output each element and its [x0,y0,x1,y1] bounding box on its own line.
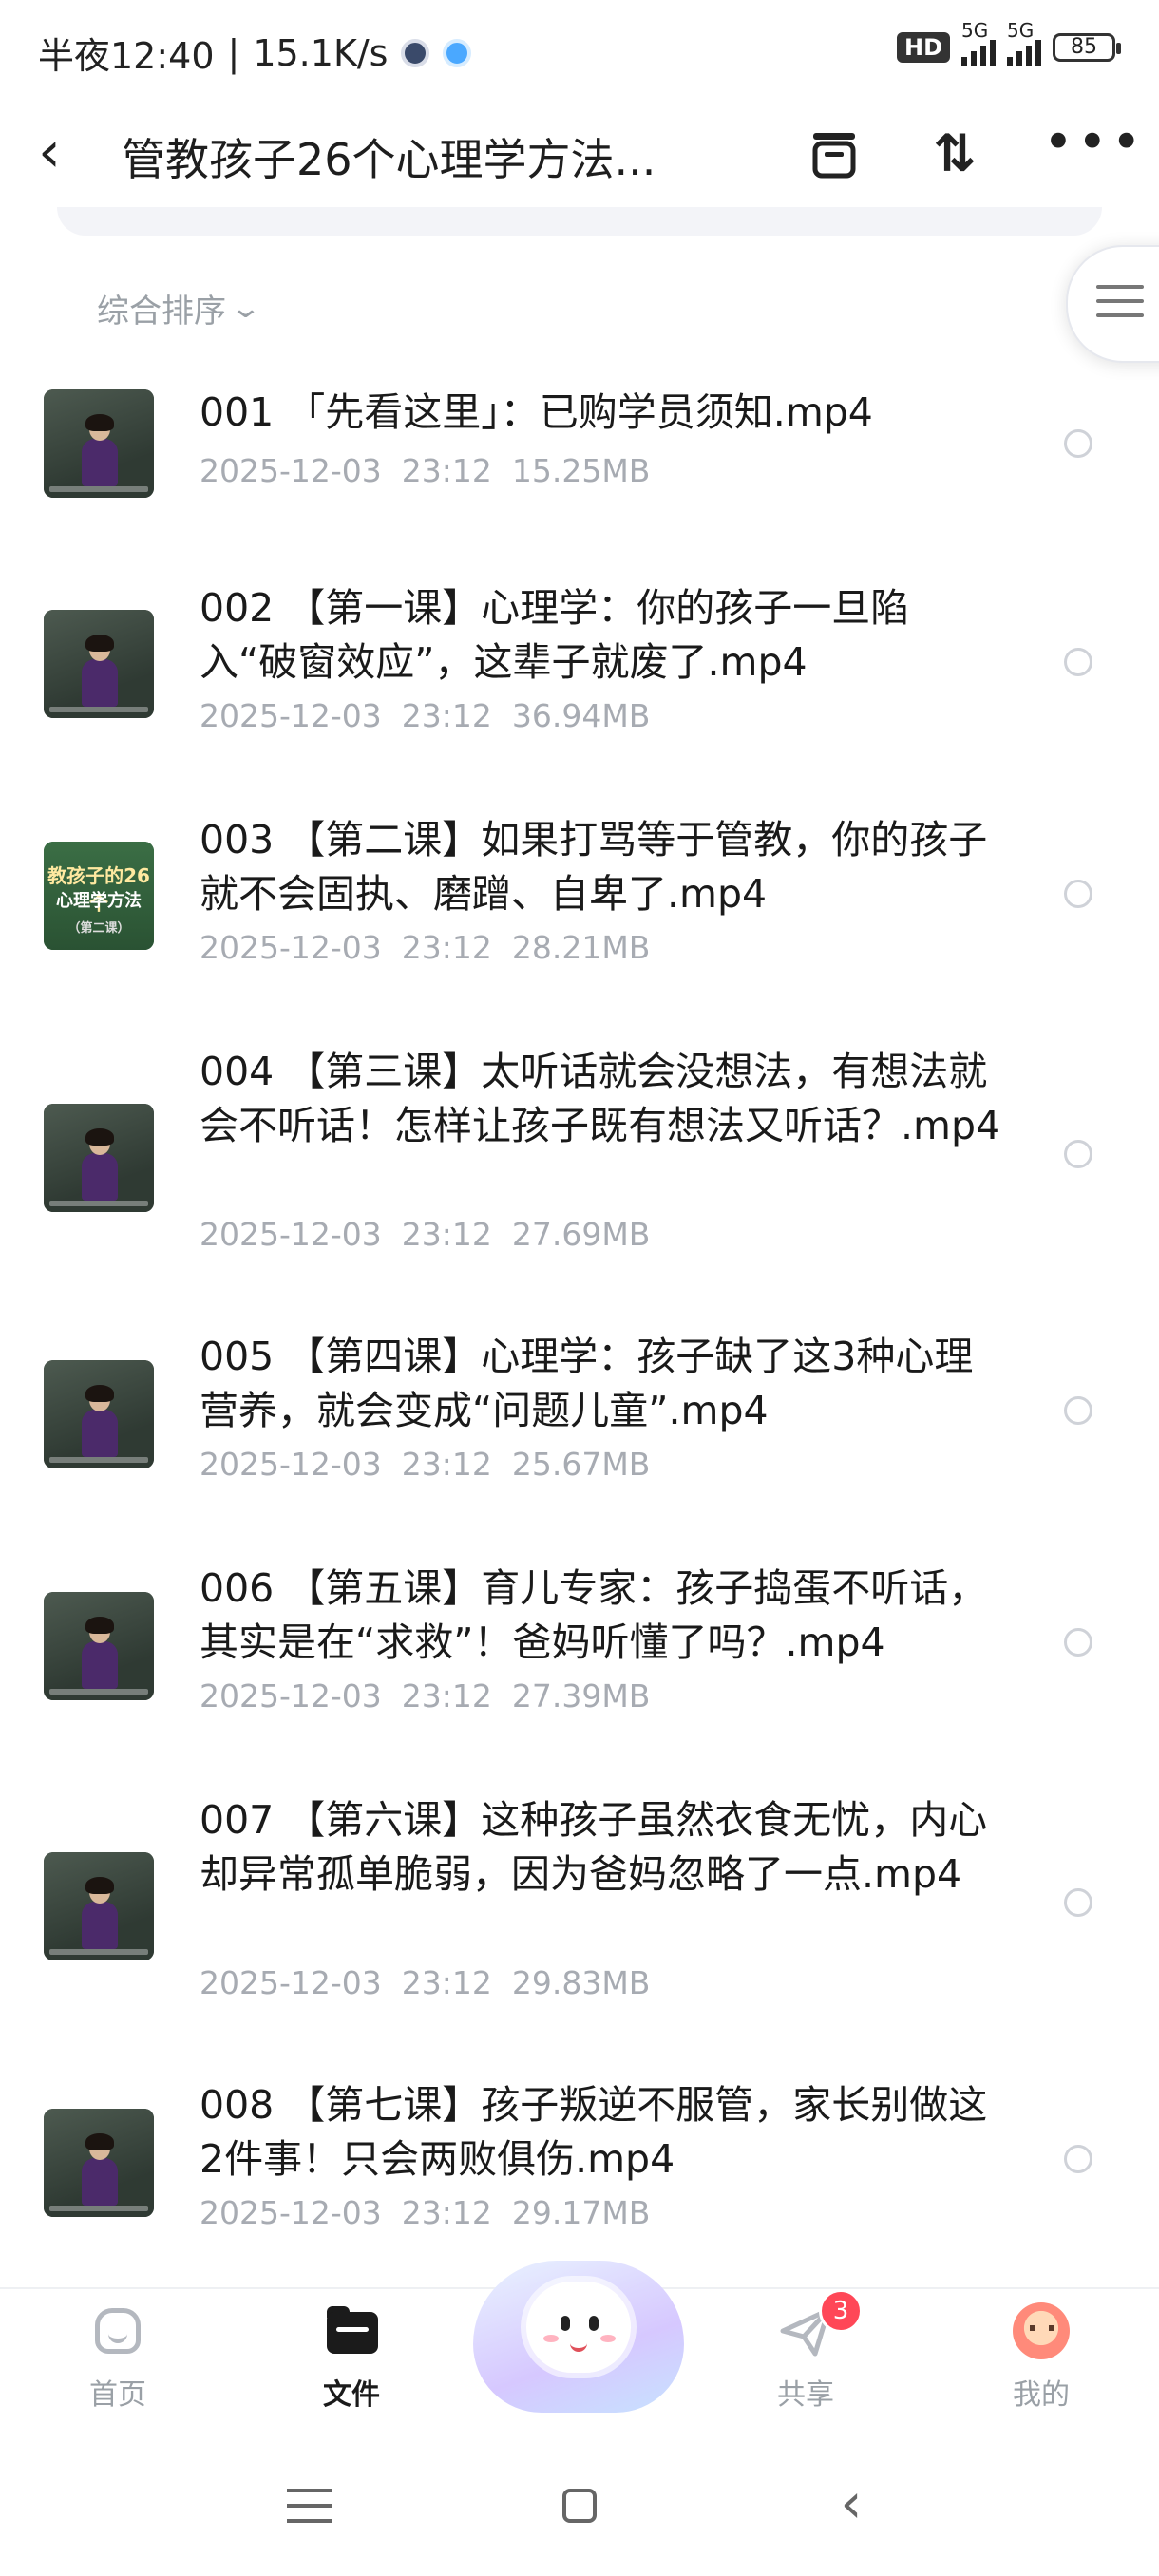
network-type-2: 5G [1007,19,1035,42]
file-name: 002 【第一课】心理学：你的孩子一旦陷入“破窗效应”，这辈子就废了.mp4 [200,585,910,685]
select-radio[interactable] [1064,1888,1092,1917]
collapsed-panel [57,207,1102,236]
nav-home[interactable]: 首页 [51,2302,184,2413]
paper-plane-icon: 3 [777,2289,863,2359]
file-meta: 2025-12-03 23:12 27.39MB [200,1677,650,1714]
home-icon [89,2302,146,2359]
file-date: 2025-12-03 23:12 [200,1216,492,1253]
video-thumbnail [44,2109,154,2217]
system-navigation-bar: ‹ [0,2439,1159,2576]
nav-share[interactable]: 3 共享 [739,2289,872,2413]
battery-icon: 85 [1053,33,1121,62]
file-size: 29.83MB [511,1964,651,2001]
file-size: 28.21MB [511,929,651,966]
file-meta: 2025-12-03 23:12 25.67MB [200,1446,650,1483]
thumbnail-subtitle: 心理学方法 [56,891,142,911]
signal-icon-1: 5G [961,19,996,66]
select-radio[interactable] [1064,880,1092,908]
video-thumbnail [44,610,154,718]
thumbnail-note: （第二课） [67,921,130,936]
hd-icon: HD [896,32,950,63]
recent-apps-icon[interactable] [281,2477,338,2534]
file-meta: 2025-12-03 23:12 15.25MB [200,452,650,489]
file-date: 2025-12-03 23:12 [200,1446,492,1483]
file-size: 36.94MB [511,697,651,734]
floating-menu-button[interactable] [1066,245,1159,363]
select-radio[interactable] [1064,2145,1092,2173]
status-right: HD 5G 5G 85 [896,19,1121,66]
menu-lines-icon [1096,285,1144,328]
file-size: 27.39MB [511,1677,651,1714]
file-date: 2025-12-03 23:12 [200,452,492,489]
system-back-icon[interactable]: ‹ [823,2475,880,2534]
video-thumbnail [44,1852,154,1960]
signal-icon-2: 5G [1007,19,1041,66]
video-thumbnail [44,389,154,498]
upload-notification-icon [443,38,472,67]
network-type-1: 5G [961,19,989,42]
file-size: 25.67MB [511,1446,651,1483]
select-radio[interactable] [1064,1628,1092,1657]
select-radio[interactable] [1064,1140,1092,1168]
nav-files-label: 文件 [323,2378,380,2412]
clock: 半夜12:40 [38,35,215,77]
file-name: 006 【第五课】育儿专家：孩子捣蛋不听话，其实是在“求救”！爸妈听懂了吗？.m… [200,1565,988,1665]
nav-home-label: 首页 [89,2378,146,2412]
folder-icon [323,2302,380,2359]
top-app-bar: ‹ 管教孩子26个心理学方法... ⇅ ••• [0,104,1159,199]
nav-mine-label: 我的 [1013,2378,1070,2412]
app-notification-icon [401,38,430,67]
select-radio[interactable] [1064,1396,1092,1425]
back-button[interactable]: ‹ [38,123,91,180]
file-size: 29.17MB [511,2194,651,2231]
archive-box-icon[interactable] [804,123,864,184]
file-name: 007 【第六课】这种孩子虽然衣食无忧，内心却异常孤单脆弱，因为爸妈忽略了一点.… [200,1797,988,1897]
status-left: 半夜12:40 | 15.1K/s [38,27,472,79]
page-title: 管教孩子26个心理学方法... [122,134,656,185]
avatar [1013,2302,1070,2359]
nav-mine[interactable]: 我的 [975,2302,1108,2413]
notification-badge: 3 [819,2289,863,2333]
file-name: 003 【第二课】如果打骂等于管教，你的孩子就不会固执、磨蹭、自卑了.mp4 [200,817,988,917]
file-name: 004 【第三课】太听话就会没想法，有想法就会不听话！怎样让孩子既有想法又听话？… [200,1049,1001,1148]
video-thumbnail [44,1360,154,1468]
file-date: 2025-12-03 23:12 [200,1677,492,1714]
file-meta: 2025-12-03 23:12 29.83MB [200,1964,650,2001]
video-thumbnail [44,1104,154,1212]
chevron-down-icon: ⌄ [228,292,263,325]
ai-assistant-mascot[interactable] [473,2232,684,2413]
file-date: 2025-12-03 23:12 [200,929,492,966]
sort-label: 综合排序 [97,293,226,331]
file-name: 001 「先看这里」：已购学员须知.mp4 [200,389,873,435]
file-meta: 2025-12-03 23:12 29.17MB [200,2194,650,2231]
select-radio[interactable] [1064,648,1092,676]
file-meta: 2025-12-03 23:12 36.94MB [200,697,650,734]
nav-share-label: 共享 [777,2378,834,2412]
select-radio[interactable] [1064,429,1092,458]
sort-dropdown[interactable]: 综合排序 ⌄ [97,285,262,331]
file-size: 15.25MB [511,452,651,489]
video-thumbnail: 教孩子的26个 心理学方法 （第二课） [44,842,154,950]
video-thumbnail [44,1592,154,1700]
separator: | [227,31,240,74]
home-button-icon[interactable] [551,2477,608,2534]
sort-order-icon[interactable]: ⇅ [922,123,982,184]
network-speed: 15.1K/s [253,31,389,74]
file-meta: 2025-12-03 23:12 28.21MB [200,929,650,966]
file-date: 2025-12-03 23:12 [200,697,492,734]
file-size: 27.69MB [511,1216,651,1253]
status-bar: 半夜12:40 | 15.1K/s HD 5G 5G 85 [0,0,1159,104]
file-date: 2025-12-03 23:12 [200,2194,492,2231]
file-name: 005 【第四课】心理学：孩子缺了这3种心理营养，就会变成“问题儿童”.mp4 [200,1334,974,1433]
nav-files[interactable]: 文件 [285,2302,418,2413]
file-meta: 2025-12-03 23:12 27.69MB [200,1216,650,1253]
file-date: 2025-12-03 23:12 [200,1964,492,2001]
more-options-icon[interactable]: ••• [1043,117,1142,184]
file-name: 008 【第七课】孩子叛逆不服管，家长别做这2件事！只会两败俱伤.mp4 [200,2082,988,2182]
